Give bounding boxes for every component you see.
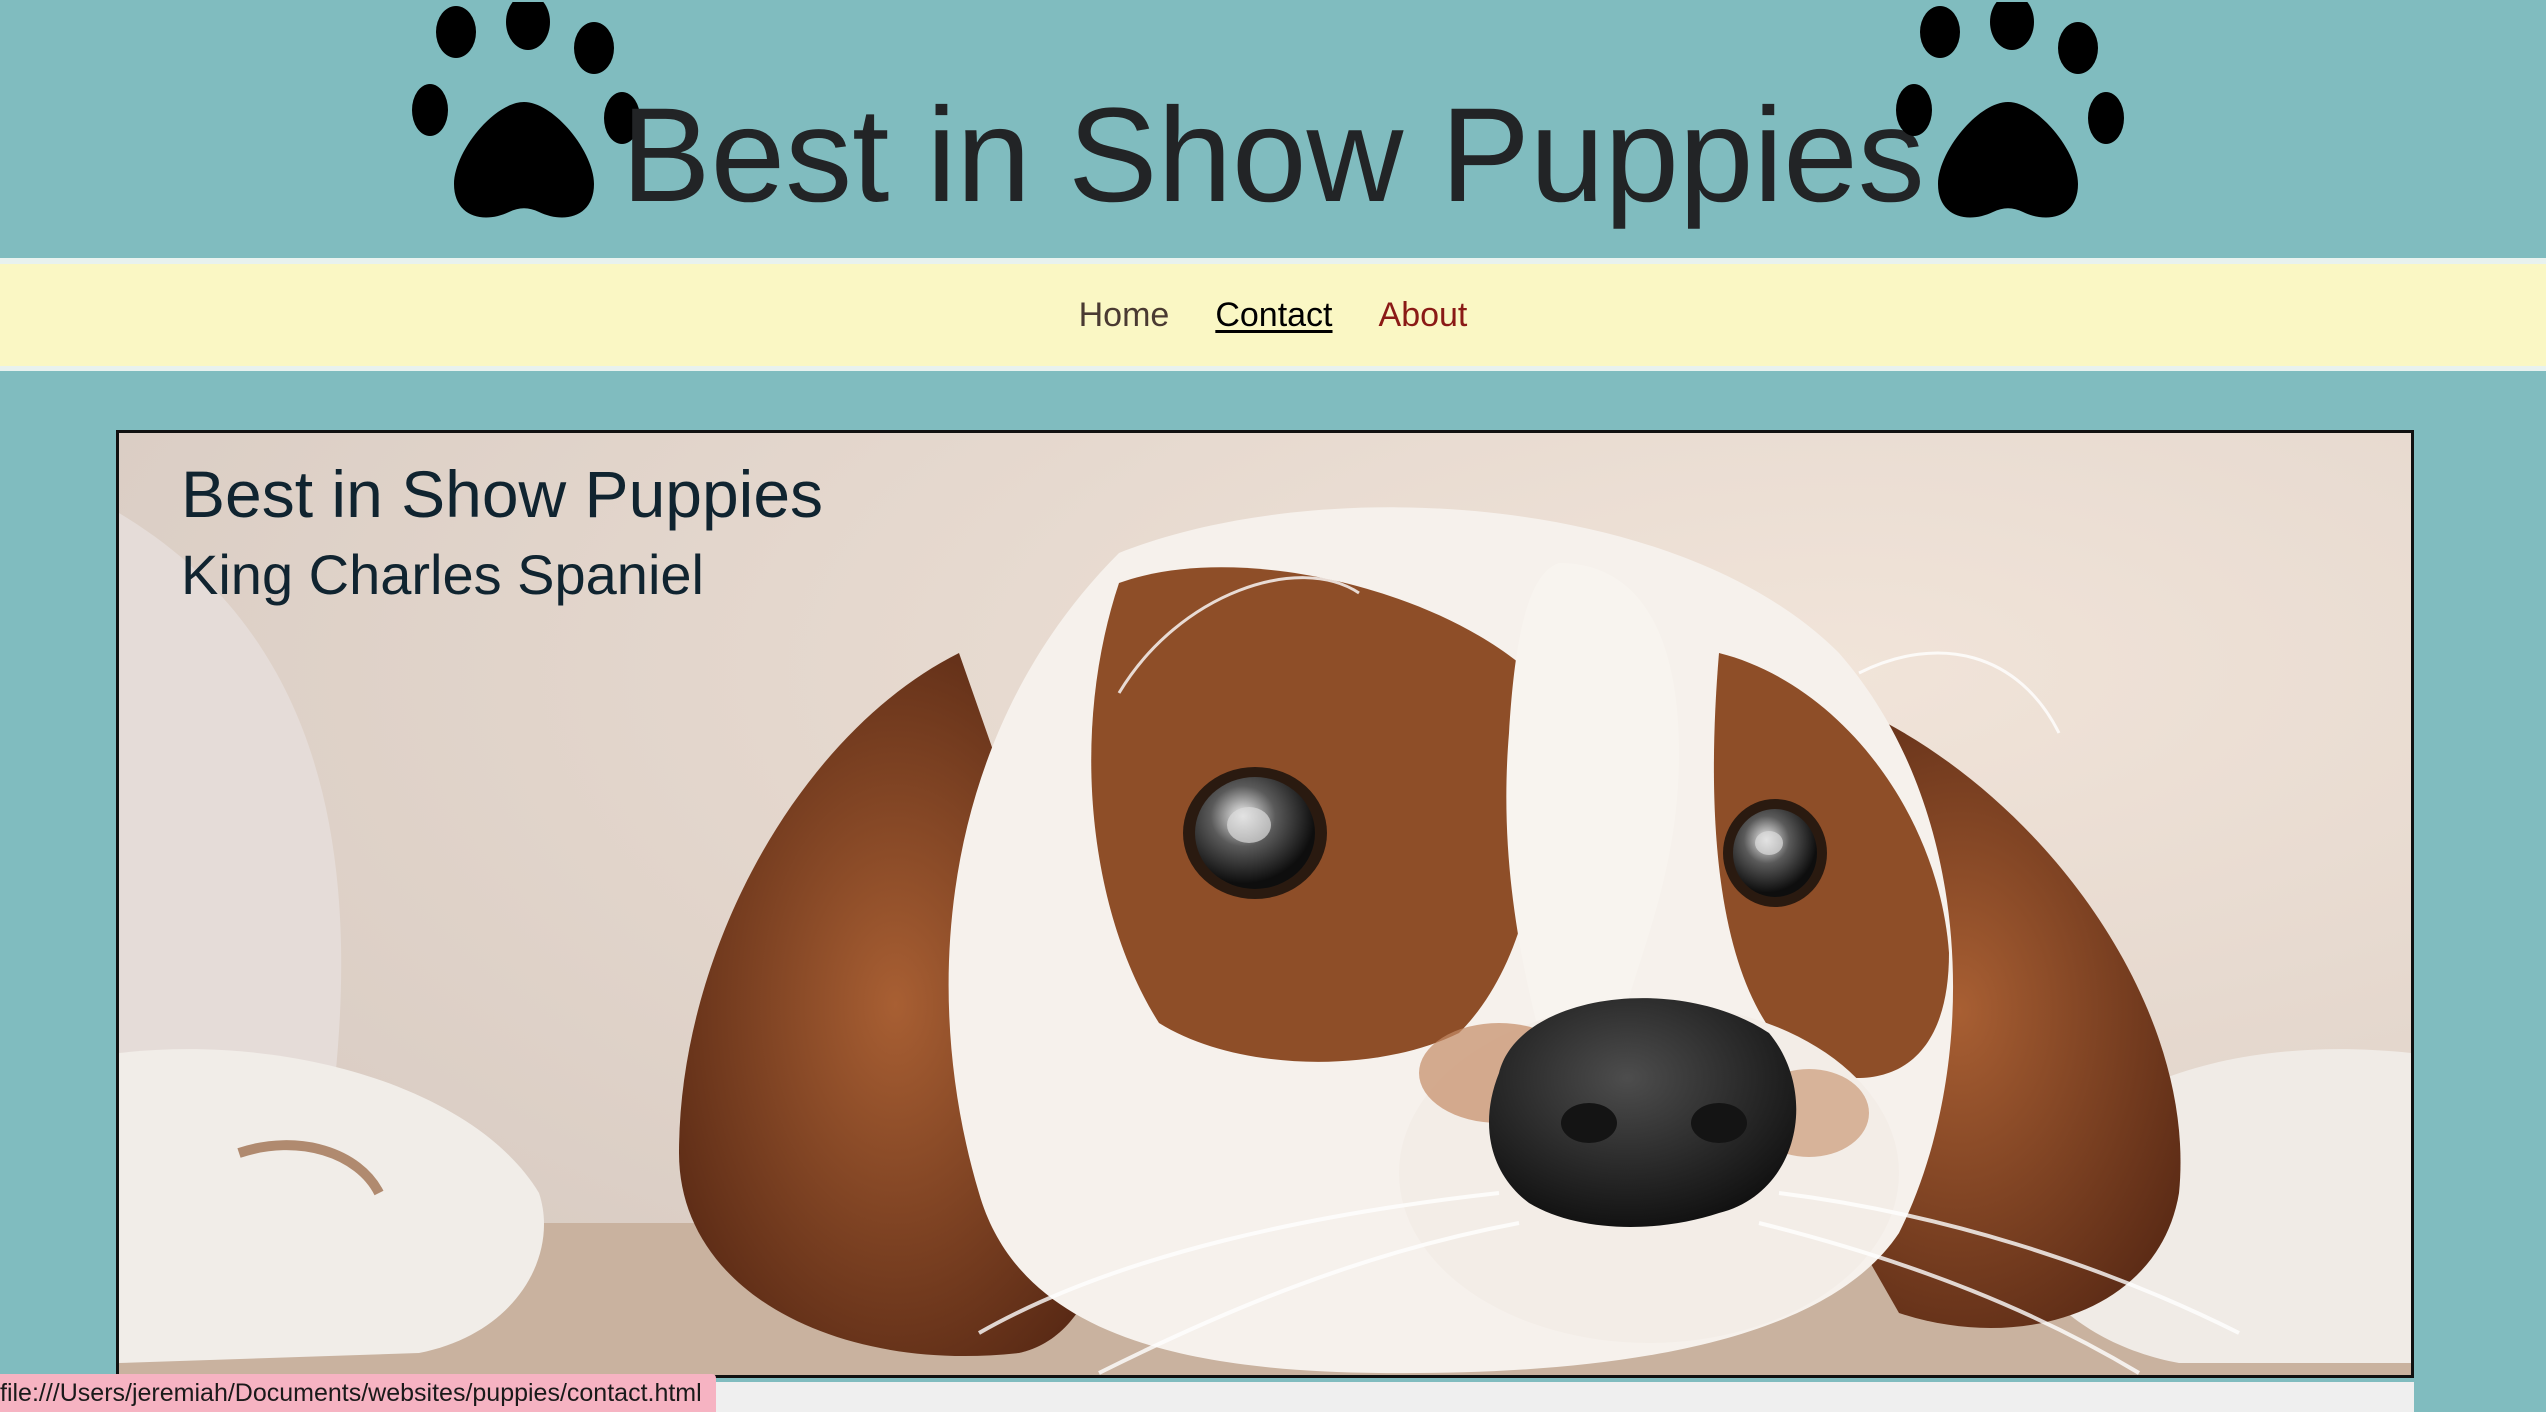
hero-banner: Best in Show Puppies King Charles Spanie…: [116, 430, 2414, 1378]
hero-subtitle: King Charles Spaniel: [181, 543, 704, 606]
nav-item-home: Home: [1079, 264, 1170, 366]
nav-divider-bottom: [0, 366, 2546, 371]
paw-print-icon: [1896, 2, 2124, 218]
hero-caption: Best in Show Puppies King Charles Spanie…: [181, 453, 823, 615]
nav-item-contact: Contact: [1215, 264, 1332, 366]
nav-item-about: About: [1379, 264, 1468, 366]
hero-title: Best in Show Puppies: [181, 457, 824, 531]
status-bar-url: file:///Users/jeremiah/Documents/website…: [0, 1374, 716, 1412]
nav-list: Home Contact About: [1079, 264, 1468, 366]
nav-link-home[interactable]: Home: [1079, 296, 1170, 334]
site-header: Best in Show Puppies: [0, 0, 2546, 258]
nav-link-about[interactable]: About: [1379, 296, 1468, 334]
main-navigation: Home Contact About: [0, 264, 2546, 366]
site-title: Best in Show Puppies: [621, 81, 1925, 230]
nav-link-contact[interactable]: Contact: [1215, 296, 1332, 334]
